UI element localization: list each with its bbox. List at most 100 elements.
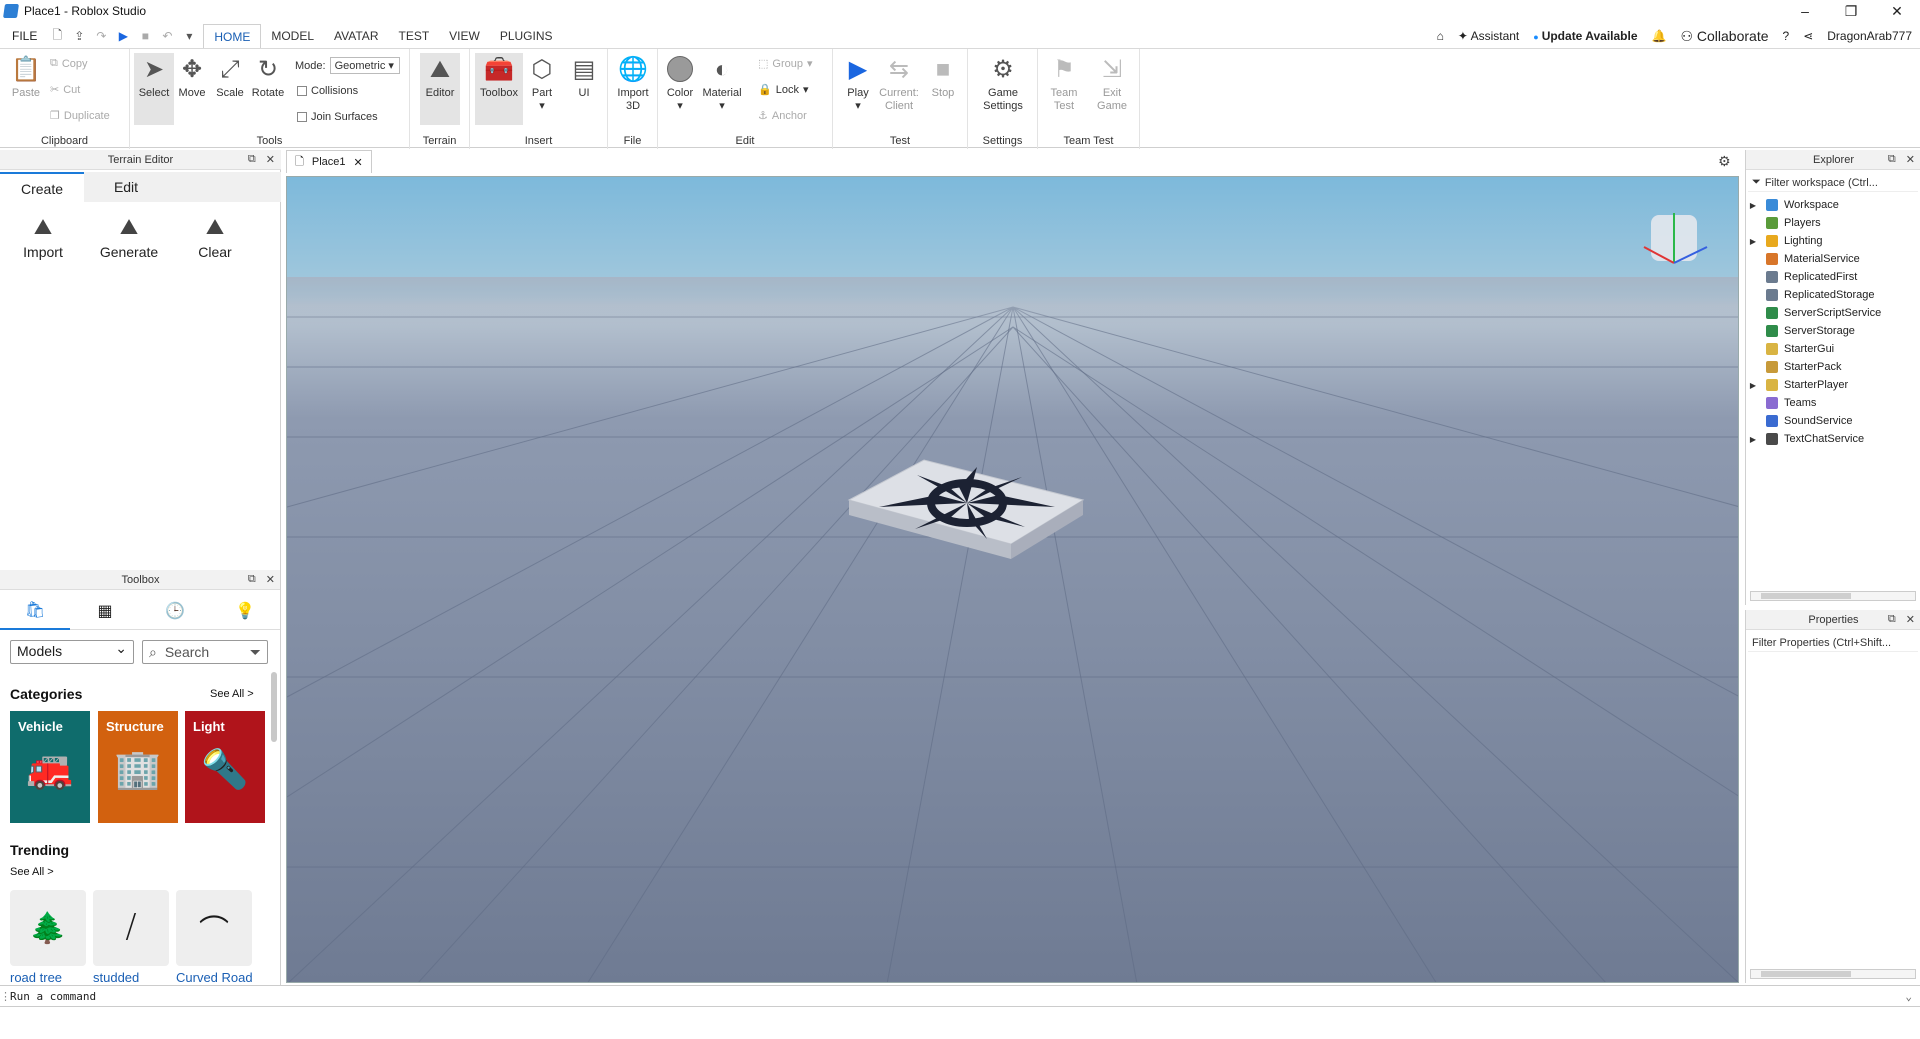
cut-button[interactable]: ✂ Cut	[50, 83, 80, 97]
tab-test[interactable]: TEST	[388, 24, 439, 48]
undock-icon[interactable]: ⧉	[1888, 613, 1896, 626]
play-button[interactable]: ▶ Play ▾	[838, 55, 878, 113]
move-tool-button[interactable]: ✥ Move	[172, 55, 212, 100]
filter-icon[interactable]: ⏷	[250, 644, 261, 661]
explorer-horizontal-scrollbar[interactable]	[1750, 591, 1916, 601]
drag-grip-icon[interactable]: ⋮	[0, 990, 11, 1003]
home-icon[interactable]: ⌂	[1437, 29, 1444, 43]
ui-button[interactable]: ▤ UI	[564, 55, 604, 100]
part-button[interactable]: ⬡ Part ▾	[522, 55, 562, 113]
close-tab-icon[interactable]: ✕	[354, 156, 363, 169]
expand-arrow-icon[interactable]: ▶	[1746, 201, 1760, 210]
close-panel-icon[interactable]: ✕	[266, 573, 275, 586]
toolbox-search-input[interactable]: ⌕ Search ⏷	[142, 640, 268, 664]
join-surfaces-toggle[interactable]: Join Surfaces	[297, 111, 378, 123]
color-button[interactable]: Color ▾	[660, 55, 700, 113]
tab-view[interactable]: VIEW	[439, 24, 490, 48]
color-dropdown-icon[interactable]: ▾	[660, 100, 700, 113]
explorer-item[interactable]: ServerScriptService	[1746, 304, 1920, 322]
customize-dropdown-icon[interactable]: ▾	[181, 29, 197, 43]
tab-home[interactable]: HOME	[203, 24, 262, 48]
explorer-item[interactable]: ServerStorage	[1746, 322, 1920, 340]
undock-icon[interactable]: ⧉	[248, 573, 256, 586]
new-file-icon[interactable]: 🗋	[49, 26, 65, 47]
explorer-item[interactable]: MaterialService	[1746, 250, 1920, 268]
minimize-button[interactable]: –	[1782, 0, 1828, 22]
collisions-toggle[interactable]: Collisions	[297, 85, 358, 97]
current-client-button[interactable]: ⇆ Current: Client	[879, 55, 919, 113]
update-available-button[interactable]: Update Available	[1533, 29, 1638, 43]
collisions-checkbox[interactable]	[297, 86, 307, 96]
duplicate-button[interactable]: ❐ Duplicate	[50, 109, 110, 123]
category-vehicle-card[interactable]: Vehicle 🚒	[10, 711, 90, 823]
chevron-down-icon[interactable]: ⌄	[1905, 990, 1912, 1003]
tab-create[interactable]: Create	[0, 172, 84, 202]
material-dropdown-icon[interactable]: ▾	[702, 100, 742, 113]
explorer-item[interactable]: ReplicatedStorage	[1746, 286, 1920, 304]
command-bar[interactable]: ⋮ Run a command ⌄	[0, 985, 1920, 1007]
lock-button[interactable]: 🔒 Lock ▾	[758, 83, 808, 97]
explorer-item[interactable]: Teams	[1746, 394, 1920, 412]
help-icon[interactable]: ?	[1783, 29, 1790, 43]
explorer-item[interactable]: ▶ Workspace	[1746, 196, 1920, 214]
notifications-icon[interactable]: 🔔	[1652, 29, 1667, 43]
quick-stop-icon[interactable]: ■	[137, 29, 153, 43]
explorer-item[interactable]: ReplicatedFirst	[1746, 268, 1920, 286]
explorer-item[interactable]: StarterPack	[1746, 358, 1920, 376]
stop-button[interactable]: ■ Stop	[923, 55, 963, 100]
select-tool-button[interactable]: ➤ Select	[134, 53, 174, 125]
expand-arrow-icon[interactable]: ▶	[1746, 237, 1760, 246]
paste-button[interactable]: 📋 Paste	[6, 55, 46, 100]
quick-play-icon[interactable]: ▶	[115, 29, 131, 43]
terrain-editor-button[interactable]: ⛰ Editor	[420, 53, 460, 125]
document-tab-place1[interactable]: 🗋 Place1 ✕	[286, 150, 372, 173]
terrain-generate-button[interactable]: ⛰ Generate	[86, 214, 172, 260]
part-dropdown-icon[interactable]: ▾	[522, 100, 562, 113]
toolbox-button[interactable]: 🧰 Toolbox	[475, 53, 523, 125]
explorer-item[interactable]: StarterGui	[1746, 340, 1920, 358]
properties-horizontal-scrollbar[interactable]	[1750, 969, 1916, 979]
toolbox-scrollbar[interactable]	[271, 672, 277, 742]
creations-tab-icon[interactable]: 💡	[210, 592, 280, 630]
team-test-button[interactable]: ⚑ Team Test	[1044, 55, 1084, 113]
explorer-item[interactable]: ▶ Lighting	[1746, 232, 1920, 250]
explorer-item[interactable]: SoundService	[1746, 412, 1920, 430]
explorer-filter-input[interactable]: ⏷ Filter workspace (Ctrl...	[1748, 174, 1918, 192]
user-name[interactable]: DragonArab777	[1827, 29, 1912, 43]
close-window-button[interactable]: ✕	[1874, 0, 1920, 22]
import-3d-button[interactable]: 🌐 Import 3D	[613, 55, 653, 113]
categories-see-all-link[interactable]: See All >	[210, 688, 254, 700]
asset-type-select[interactable]: Models	[10, 640, 134, 664]
collaborate-button[interactable]: ⚇ Collaborate	[1680, 28, 1768, 45]
terrain-import-button[interactable]: ⛰ Import	[0, 214, 86, 260]
terrain-clear-button[interactable]: ⛰ Clear	[172, 214, 258, 260]
copy-button[interactable]: ⧉ Copy	[50, 57, 88, 70]
trending-see-all-link[interactable]: See All >	[10, 866, 54, 878]
explorer-item[interactable]: Players	[1746, 214, 1920, 232]
material-button[interactable]: ◐ Material ▾	[702, 55, 742, 113]
mode-select[interactable]: Geometric ▾	[329, 57, 400, 74]
close-panel-icon[interactable]: ✕	[1906, 613, 1915, 626]
file-menu[interactable]: FILE	[0, 29, 49, 43]
play-dropdown-icon[interactable]: ▾	[838, 100, 878, 113]
tab-avatar[interactable]: AVATAR	[324, 24, 388, 48]
game-settings-button[interactable]: ⚙ Game Settings	[980, 55, 1026, 113]
viewport-settings-icon[interactable]: ⚙	[1718, 153, 1731, 170]
recent-tab-icon[interactable]: 🕒	[140, 592, 210, 630]
maximize-button[interactable]: ❐	[1828, 0, 1874, 22]
undock-icon[interactable]: ⧉	[248, 153, 256, 166]
explorer-item[interactable]: ▶ StarterPlayer	[1746, 376, 1920, 394]
trending-item[interactable]: ⌒ Curved Road	[176, 890, 253, 985]
trending-item[interactable]: 🌲 road tree	[10, 890, 86, 985]
anchor-button[interactable]: ⚓ Anchor	[758, 109, 807, 123]
undo-icon[interactable]: ↶	[159, 29, 175, 43]
close-panel-icon[interactable]: ✕	[266, 153, 275, 166]
tab-model[interactable]: MODEL	[261, 24, 324, 48]
expand-arrow-icon[interactable]: ▶	[1746, 435, 1760, 444]
category-structure-card[interactable]: Structure 🏢	[98, 711, 178, 823]
redo-icon[interactable]: ↷	[93, 29, 109, 43]
join-surfaces-checkbox[interactable]	[297, 112, 307, 122]
tab-edit[interactable]: Edit	[84, 172, 168, 202]
inventory-tab-icon[interactable]: ▦	[70, 592, 140, 630]
publish-icon[interactable]: ⇪	[71, 29, 87, 43]
